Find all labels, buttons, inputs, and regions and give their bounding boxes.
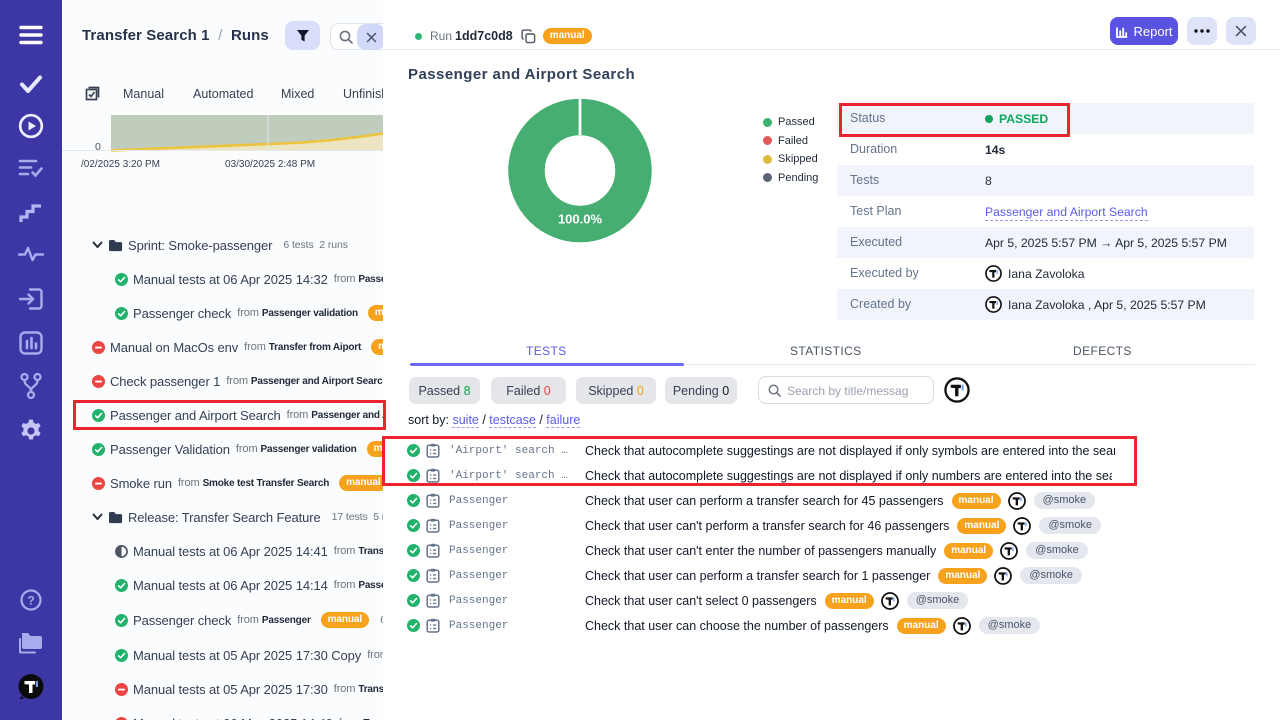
svg-text:?: ?: [27, 594, 34, 608]
svg-text:100.0%: 100.0%: [558, 212, 603, 227]
